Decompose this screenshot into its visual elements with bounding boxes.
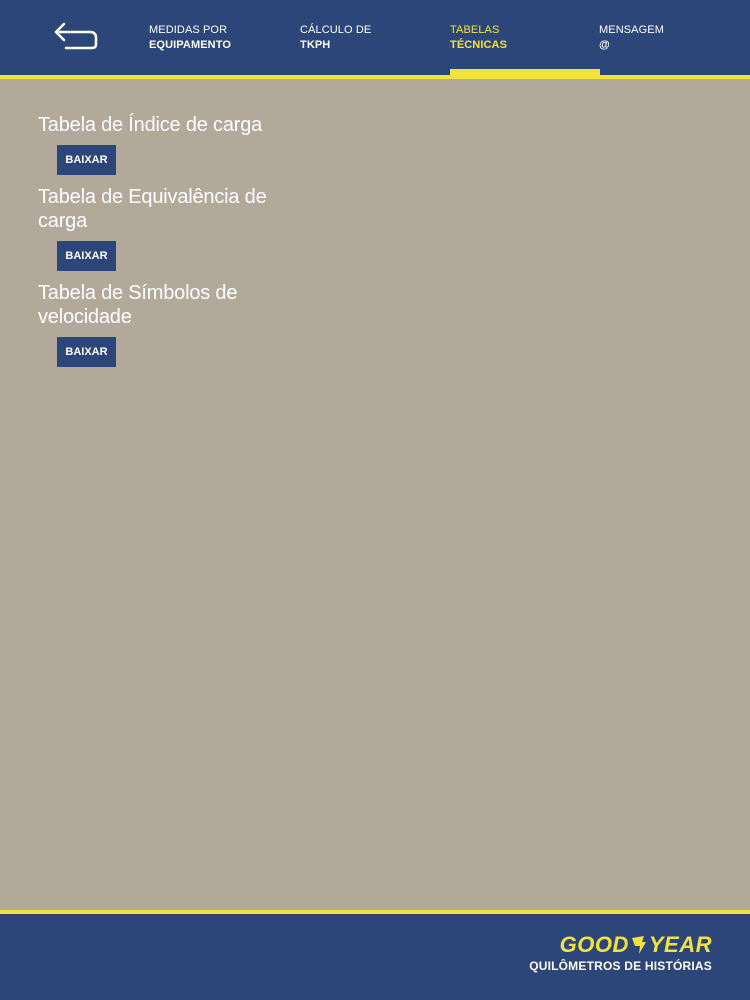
list-item: Tabela de Equivalência de carga BAIXAR — [38, 185, 268, 281]
logo-text-left: GOOD — [559, 932, 629, 957]
top-nav-bar: MEDIDAS POR EQUIPAMENTO CÁLCULO DE TKPH … — [0, 0, 750, 79]
tab-label-line1: MENSAGEM — [599, 24, 664, 36]
active-tab-indicator — [450, 69, 600, 77]
table-title: Tabela de Equivalência de carga — [38, 186, 267, 232]
download-button[interactable]: BAIXAR — [57, 145, 116, 175]
tab-label-line1: MEDIDAS POR — [149, 24, 228, 36]
brand-block: GOOD YEAR QUILÔMETROS DE HISTÓRIAS — [529, 932, 712, 974]
technical-tables-list: Tabela de Índice de carga BAIXAR Tabela … — [38, 113, 268, 377]
download-button[interactable]: BAIXAR — [57, 241, 116, 271]
back-arrow-icon — [54, 22, 98, 50]
table-title: Tabela de Símbolos de velocidade — [38, 282, 238, 328]
tab-label-line2: TKPH — [300, 39, 331, 51]
list-item: Tabela de Índice de carga BAIXAR — [38, 113, 268, 185]
logo-text-right: YEAR — [648, 932, 712, 957]
winged-foot-icon — [631, 936, 646, 954]
tab-calculo-de-tkph[interactable]: CÁLCULO DE TKPH — [300, 23, 450, 75]
tab-label-line1: CÁLCULO DE — [300, 24, 372, 36]
tab-tabelas-tecnicas[interactable]: TABELAS TÉCNICAS — [450, 23, 600, 75]
tab-label-line1: TABELAS — [450, 24, 500, 36]
tab-label-line2: EQUIPAMENTO — [149, 39, 231, 51]
tagline: QUILÔMETROS DE HISTÓRIAS — [529, 959, 712, 973]
tab-mensagem[interactable]: MENSAGEM @ — [599, 23, 749, 75]
download-button[interactable]: BAIXAR — [57, 337, 116, 367]
footer-bar: GOOD YEAR QUILÔMETROS DE HISTÓRIAS — [0, 910, 750, 1000]
table-title: Tabela de Índice de carga — [38, 114, 263, 136]
list-item: Tabela de Símbolos de velocidade BAIXAR — [38, 281, 268, 377]
goodyear-logo: GOOD YEAR — [529, 932, 712, 958]
tab-label-line2: TÉCNICAS — [450, 39, 508, 51]
tab-medidas-por-equipamento[interactable]: MEDIDAS POR EQUIPAMENTO — [149, 23, 299, 75]
back-button[interactable] — [52, 22, 100, 54]
tab-label-line2: @ — [599, 39, 610, 51]
